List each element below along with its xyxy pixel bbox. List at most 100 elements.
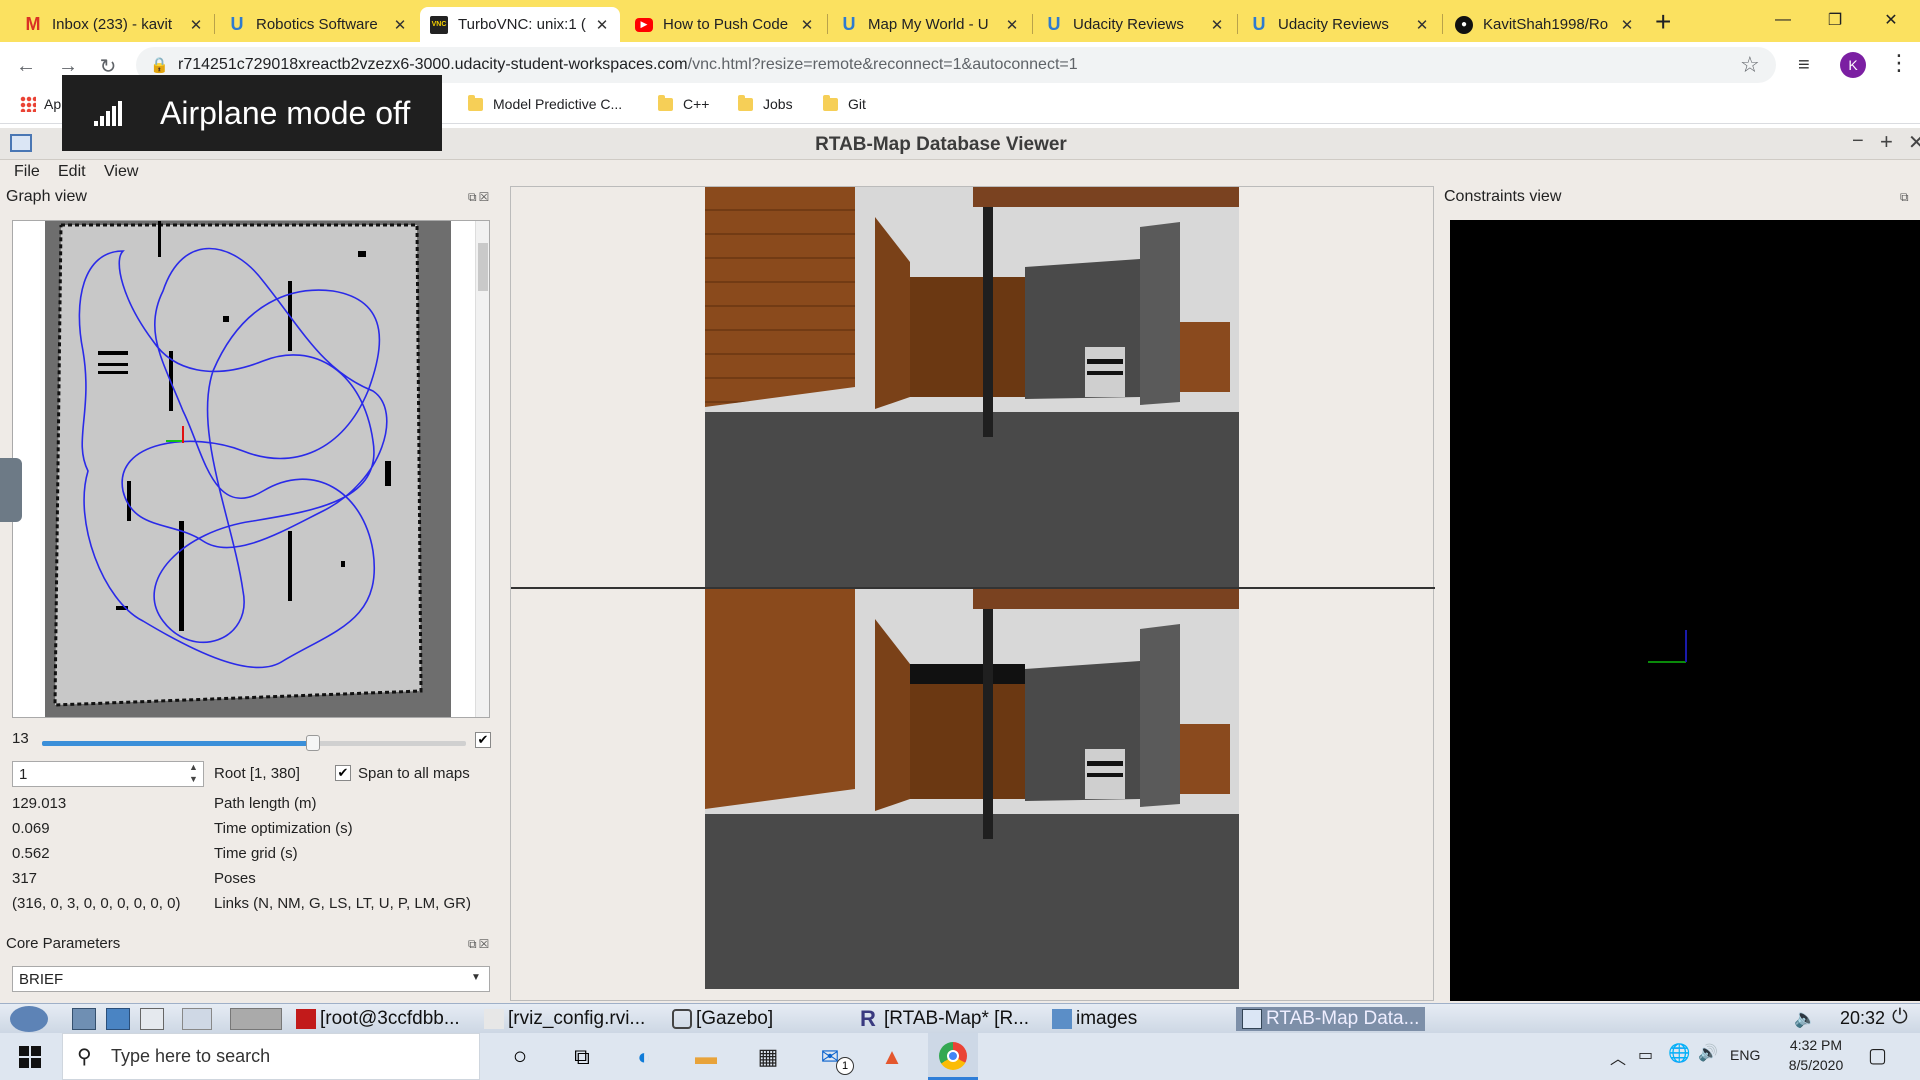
menu-view[interactable]: View (104, 163, 138, 181)
system-time[interactable]: 4:32 PM (1786, 1037, 1846, 1053)
map-slider-handle[interactable] (306, 735, 321, 751)
tab-map-my-world[interactable]: U Map My World - U ✕ (830, 7, 1030, 42)
show-hidden-icons[interactable]: ︿ (1610, 1045, 1626, 1069)
notifications-icon[interactable]: ▢ (1868, 1043, 1887, 1068)
volume-icon[interactable]: 🔈 (1794, 1008, 1816, 1029)
task-rtabmap[interactable]: R [RTAB-Map* [R... (860, 1008, 1029, 1030)
lock-icon[interactable]: 🔒 (150, 56, 169, 74)
close-icon[interactable]: ✕ (1209, 16, 1225, 34)
menu-edit[interactable]: Edit (58, 163, 86, 181)
links-label: Links (N, NM, G, LS, LT, U, P, LM, GR) (214, 895, 471, 912)
power-icon[interactable]: ⏻ (1892, 1006, 1908, 1029)
task-rviz[interactable]: [rviz_config.rvi... (484, 1008, 645, 1030)
profile-avatar[interactable]: K (1840, 52, 1866, 78)
close-icon[interactable]: ✕ (1004, 16, 1020, 34)
time-optimization-label: Time optimization (s) (214, 820, 353, 837)
image-view-a[interactable] (705, 187, 1239, 587)
graph-view-canvas[interactable] (12, 220, 490, 718)
tab-udacity-reviews-2[interactable]: U Udacity Reviews ✕ (1240, 7, 1440, 42)
bookmark-git[interactable]: Git (823, 94, 866, 112)
bookmark-star-icon[interactable]: ☆ (1740, 52, 1760, 78)
tab-udacity-reviews-1[interactable]: U Udacity Reviews ✕ (1035, 7, 1235, 42)
speaker-icon[interactable]: 🔊 (1698, 1043, 1718, 1063)
menu-file[interactable]: File (14, 163, 40, 181)
restore-button[interactable]: ❐ (1806, 0, 1864, 40)
store-icon[interactable]: ▦ (752, 1041, 784, 1073)
windows-start-icon[interactable] (14, 1041, 46, 1073)
workspace-1[interactable] (182, 1008, 212, 1030)
bookmark-jobs[interactable]: Jobs (738, 94, 793, 112)
links-value: (316, 0, 3, 0, 0, 0, 0, 0, 0) (12, 895, 181, 912)
axis-x (1648, 661, 1686, 663)
back-button[interactable]: ← (10, 50, 42, 82)
core-params-dropdown[interactable]: BRIEF ▼ (12, 966, 490, 992)
vnc-icon: VNC (430, 15, 448, 34)
tab-gmail[interactable]: M Inbox (233) - kavit ✕ (14, 7, 214, 42)
globe-network-icon[interactable]: 🌐 (1668, 1043, 1690, 1064)
url-text[interactable]: r714251c729018xreactb2vzezx6-3000.udacit… (178, 56, 1078, 74)
chrome-taskbar-button[interactable] (928, 1033, 978, 1080)
close-icon[interactable]: ✕ (1414, 16, 1430, 34)
desktop-icon[interactable] (72, 1008, 96, 1030)
battery-icon[interactable]: ▭ (1638, 1045, 1653, 1065)
new-tab-button[interactable]: + (1655, 6, 1671, 38)
rviz-icon (484, 1009, 504, 1029)
tab-turbovnc[interactable]: VNC TurboVNC: unix:1 ( ✕ (420, 7, 620, 42)
span-all-maps-checkbox[interactable]: ✔ (335, 765, 351, 781)
task-rtabmap-db-viewer[interactable]: RTAB-Map Data... (1236, 1007, 1426, 1031)
dock-float-close-buttons[interactable]: ⧉☒ (468, 190, 491, 205)
folder-icon (468, 94, 483, 111)
menu-dots-icon[interactable]: ⋮ (1888, 50, 1910, 76)
image-view-b[interactable] (705, 589, 1239, 989)
constraints-view-canvas[interactable] (1450, 220, 1920, 1001)
task-images[interactable]: images (1052, 1008, 1137, 1030)
root-spinbox[interactable]: 1 ▲ ▼ (12, 761, 204, 787)
edge-icon[interactable]: ◐ (628, 1041, 660, 1073)
close-icon[interactable]: ✕ (392, 16, 408, 34)
signal-bars-icon (94, 100, 128, 126)
desktop-icon[interactable] (106, 1008, 130, 1030)
close-window-button[interactable]: ✕ (1862, 0, 1920, 40)
scrollbar-thumb[interactable] (478, 243, 488, 291)
system-date[interactable]: 8/5/2020 (1776, 1057, 1856, 1073)
task-view-icon[interactable]: ⧉ (566, 1041, 598, 1073)
vnc-clock: 20:32 (1840, 1008, 1886, 1028)
slider-value-label: 13 (12, 730, 29, 747)
close-icon[interactable]: ✕ (1619, 16, 1635, 34)
constraints-view-title: Constraints view (1444, 188, 1562, 205)
map-slider-fill (42, 741, 314, 746)
close-icon[interactable]: ✕ (799, 16, 815, 34)
slider-checkbox[interactable]: ✔ (475, 732, 491, 748)
dock-float-button[interactable]: ⧉ (1900, 190, 1911, 205)
map-slider[interactable] (42, 735, 466, 751)
maximize-icon[interactable]: + (1880, 129, 1893, 155)
search-icon: ⚲ (77, 1046, 92, 1068)
bookmark-model-predictive[interactable]: Model Predictive C... (468, 94, 622, 112)
language-indicator[interactable]: ENG (1730, 1047, 1760, 1063)
dock-float-close-buttons[interactable]: ⧉☒ (468, 937, 491, 952)
matlab-icon[interactable]: ▲ (876, 1041, 908, 1073)
tab-youtube[interactable]: ▶ How to Push Code ✕ (625, 7, 825, 42)
graph-vertical-scrollbar[interactable] (475, 221, 489, 717)
file-explorer-icon[interactable]: ▬ (690, 1041, 722, 1073)
close-icon[interactable]: ✕ (594, 16, 610, 34)
side-handle[interactable] (0, 458, 22, 522)
bookmark-cpp[interactable]: C++ (658, 94, 709, 112)
minimize-button[interactable]: — (1754, 0, 1812, 40)
minimize-icon[interactable]: − (1852, 130, 1864, 153)
workspace-2[interactable] (230, 1008, 282, 1030)
desktop-icon[interactable] (140, 1008, 164, 1030)
close-icon[interactable]: ✕ (1908, 130, 1920, 155)
spin-up-icon[interactable]: ▲ (189, 762, 198, 772)
tab-robotics[interactable]: U Robotics Software ✕ (218, 7, 418, 42)
bookmark-apps[interactable]: Ap (20, 96, 61, 112)
task-terminal[interactable]: [root@3ccfdbb... (296, 1008, 460, 1030)
close-icon[interactable]: ✕ (188, 16, 204, 34)
taskbar-search-box[interactable]: ⚲ Type here to search (62, 1033, 480, 1080)
spin-down-icon[interactable]: ▼ (189, 774, 198, 784)
task-gazebo[interactable]: [Gazebo] (672, 1008, 773, 1030)
tab-github[interactable]: ● KavitShah1998/Ro ✕ (1445, 7, 1645, 42)
start-menu-icon[interactable] (10, 1006, 48, 1032)
reading-list-icon[interactable]: ≡ (1798, 54, 1810, 77)
cortana-icon[interactable]: ○ (504, 1041, 536, 1073)
